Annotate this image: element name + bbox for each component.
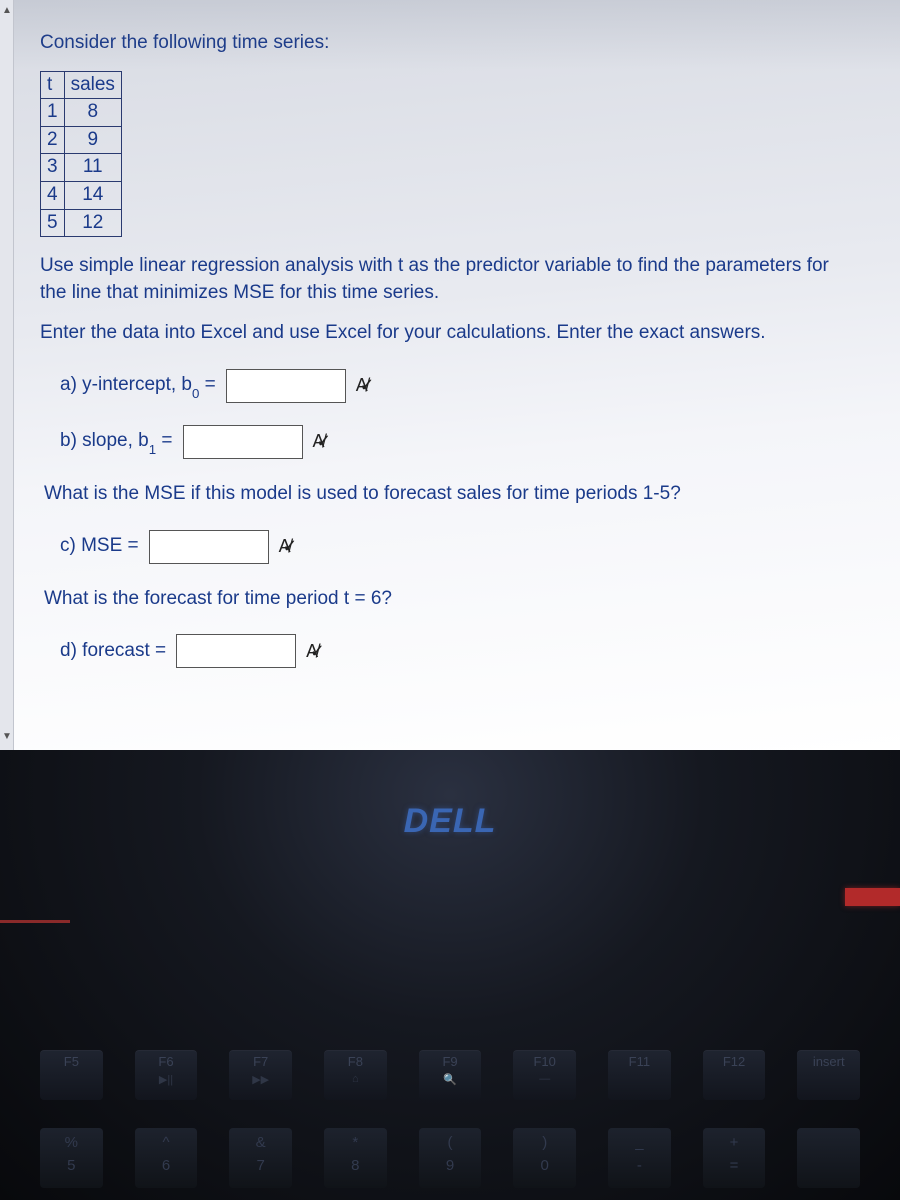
key-f12: F12 (703, 1050, 766, 1100)
key-7: &7 (229, 1128, 292, 1188)
question-panel: ▲ ▼ Consider the following time series: … (0, 0, 900, 750)
table-header-row: t sales (41, 71, 122, 99)
instruction-mse: What is the MSE if this model is used to… (44, 481, 860, 508)
intro-text: Consider the following time series: (40, 30, 860, 57)
key-minus: _- (608, 1128, 671, 1188)
key-f11: F11 (608, 1050, 671, 1100)
dell-logo: DELL (404, 802, 497, 841)
scroll-up-arrow[interactable]: ▲ (2, 4, 12, 18)
table-row: 311 (41, 154, 122, 182)
answer-c-input[interactable] (149, 530, 269, 564)
question-b-row: b) slope, b1 = A̸ ✓ (60, 425, 860, 459)
answer-d-input[interactable] (176, 634, 296, 668)
key-f10: F10— (513, 1050, 576, 1100)
function-key-row: F5 F6▶|| F7▶▶ F8⌂ F9🔍 F10— F11 F12 inser… (40, 1050, 860, 1100)
table-row: 18 (41, 99, 122, 127)
answer-a-input[interactable] (226, 369, 346, 403)
question-c-label: c) MSE = (60, 533, 139, 560)
red-reflection (845, 888, 900, 906)
key-f9: F9🔍 (419, 1050, 482, 1100)
question-d-row: d) forecast = A̸ ✓ (60, 634, 860, 668)
instruction-excel: Enter the data into Excel and use Excel … (40, 320, 860, 347)
key-f5: F5 (40, 1050, 103, 1100)
col-header-t: t (41, 71, 65, 99)
key-blank (797, 1128, 860, 1188)
table-row: 29 (41, 126, 122, 154)
question-c-row: c) MSE = A̸ ✓ (60, 530, 860, 564)
question-d-label: d) forecast = (60, 638, 166, 665)
spellcheck-icon[interactable]: A̸ ✓ (313, 429, 326, 454)
scroll-down-arrow[interactable]: ▼ (2, 730, 12, 744)
key-6: ^6 (135, 1128, 198, 1188)
key-f8: F8⌂ (324, 1050, 387, 1100)
question-a-row: a) y-intercept, b0 = A̸ ✓ (60, 369, 860, 403)
table-row: 512 (41, 209, 122, 237)
question-b-label: b) slope, b1 = (60, 428, 173, 456)
spellcheck-icon[interactable]: A̸ ✓ (356, 373, 369, 398)
key-9: (9 (419, 1128, 482, 1188)
key-5: %5 (40, 1128, 103, 1188)
key-insert: insert (797, 1050, 860, 1100)
instruction-forecast: What is the forecast for time period t =… (44, 586, 860, 613)
instruction-regression: Use simple linear regression analysis wi… (40, 253, 860, 306)
spellcheck-icon[interactable]: A̸ ✓ (306, 639, 319, 664)
red-reflection (0, 920, 70, 923)
key-f7: F7▶▶ (229, 1050, 292, 1100)
question-a-label: a) y-intercept, b0 = (60, 372, 216, 400)
time-series-table: t sales 18 29 311 414 512 (40, 71, 122, 238)
answer-b-input[interactable] (183, 425, 303, 459)
key-8: *8 (324, 1128, 387, 1188)
number-key-row: %5 ^6 &7 *8 (9 )0 _- += (40, 1128, 860, 1188)
key-f6: F6▶|| (135, 1050, 198, 1100)
key-equals: += (703, 1128, 766, 1188)
spellcheck-icon[interactable]: A̸ ✓ (279, 534, 292, 559)
col-header-sales: sales (64, 71, 121, 99)
laptop-body: DELL F5 F6▶|| F7▶▶ F8⌂ F9🔍 F10— F11 F12 … (0, 750, 900, 1200)
table-row: 414 (41, 181, 122, 209)
vertical-scrollbar[interactable]: ▲ ▼ (0, 0, 14, 750)
key-0: )0 (513, 1128, 576, 1188)
